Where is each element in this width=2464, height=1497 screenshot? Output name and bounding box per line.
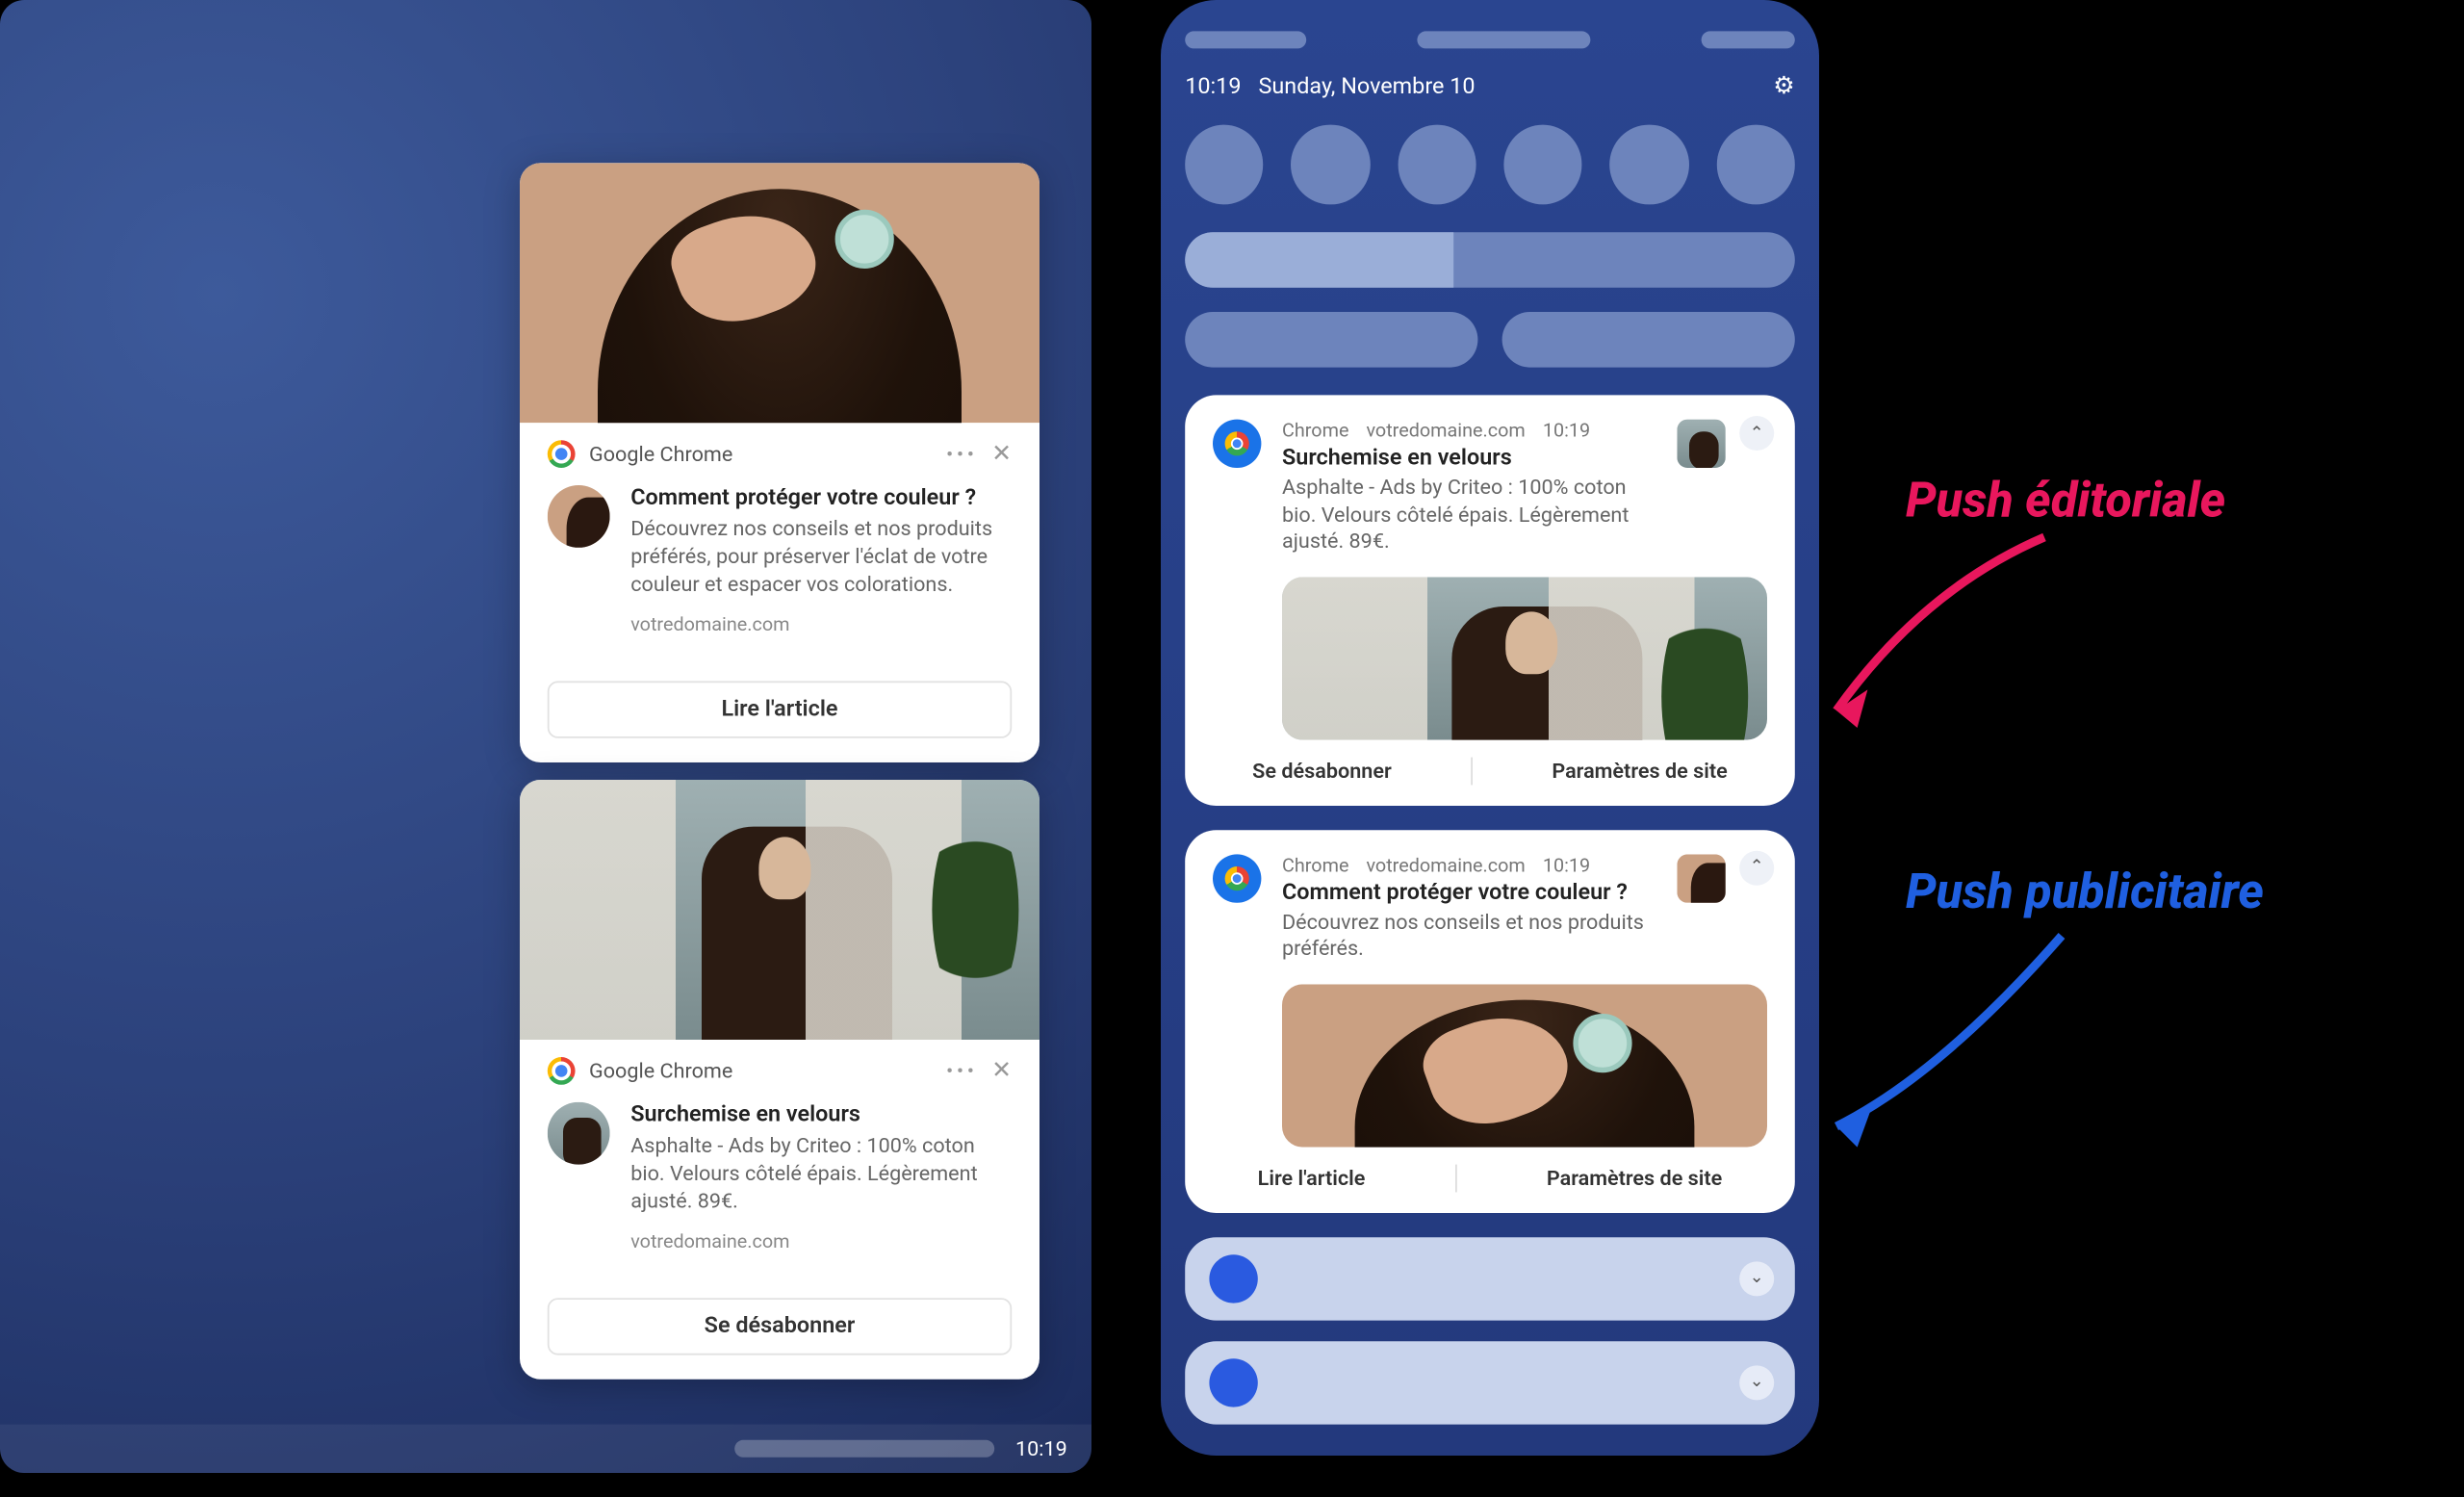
collapsed-notification[interactable]: ⌄ [1185, 1237, 1795, 1320]
collapsed-notification[interactable]: ⌄ [1185, 1341, 1795, 1424]
notification-description: Asphalte - Ads by Criteo : 100% coton bi… [630, 1131, 1012, 1215]
notif-app: Chrome [1282, 420, 1348, 442]
notification-app-name: Google Chrome [589, 442, 732, 466]
arrow-editorial-icon [1819, 520, 2096, 762]
close-icon[interactable]: ✕ [991, 440, 1012, 468]
unsubscribe-button[interactable]: Se désabonner [548, 1297, 1012, 1354]
notif-hero-image [1282, 984, 1767, 1147]
notif-time: 10:19 [1543, 420, 1590, 442]
app-icon-placeholder [1209, 1254, 1257, 1303]
notif-time: 10:19 [1543, 854, 1590, 876]
quick-settings-chips[interactable] [1185, 312, 1795, 368]
divider [1471, 757, 1473, 785]
notif-desc: Découvrez nos conseils et nos produits p… [1282, 910, 1656, 964]
notification-title: Comment protéger votre couleur ? [630, 485, 1012, 511]
arrow-ad-icon [1819, 918, 2096, 1161]
annotation-ad: Push publicitaire [1906, 863, 2264, 919]
brightness-slider[interactable] [1185, 232, 1795, 288]
chrome-icon [548, 440, 576, 468]
close-icon[interactable]: ✕ [991, 1057, 1012, 1085]
android-notification-ad[interactable]: ⌃ Chrome votredomaine.com 10:19 Surchemi… [1185, 395, 1795, 805]
desktop-panel: Google Chrome ••• ✕ Comment protéger vot… [0, 0, 1091, 1473]
chrome-app-icon [1213, 854, 1261, 902]
taskbar-placeholder [734, 1440, 994, 1458]
gear-icon[interactable]: ⚙ [1773, 73, 1795, 101]
notif-app: Chrome [1282, 854, 1348, 876]
chevron-up-icon[interactable]: ⌃ [1739, 850, 1774, 885]
taskbar-clock: 10:19 [1015, 1436, 1067, 1460]
chrome-app-icon [1213, 420, 1261, 468]
chrome-icon [548, 1057, 576, 1085]
notification-thumbnail [548, 1102, 610, 1165]
phone-date: Sunday, Novembre 10 [1258, 74, 1475, 100]
notif-desc: Asphalte - Ads by Criteo : 100% coton bi… [1282, 475, 1656, 555]
notif-title: Surchemise en velours [1282, 446, 1656, 472]
quick-settings-tiles[interactable] [1185, 125, 1795, 205]
unsubscribe-action[interactable]: Se désabonner [1252, 759, 1392, 783]
phone-time: 10:19 [1185, 74, 1241, 100]
notif-domain: votredomaine.com [1366, 854, 1525, 876]
notification-app-name: Google Chrome [589, 1059, 732, 1083]
read-article-button[interactable]: Lire l'article [548, 681, 1012, 737]
notification-domain: votredomaine.com [630, 612, 1012, 634]
phone-status-placeholders [1185, 31, 1795, 48]
taskbar: 10:19 [0, 1425, 1091, 1473]
read-article-action[interactable]: Lire l'article [1258, 1166, 1366, 1190]
divider [1455, 1165, 1457, 1193]
chevron-down-icon[interactable]: ⌄ [1739, 1261, 1774, 1296]
notif-thumbnail [1677, 854, 1725, 902]
notif-domain: votredomaine.com [1366, 420, 1525, 442]
notif-title: Comment protéger votre couleur ? [1282, 880, 1656, 906]
notif-thumbnail [1677, 420, 1725, 468]
chevron-up-icon[interactable]: ⌃ [1739, 416, 1774, 451]
notification-hero-image [520, 780, 1040, 1040]
phone-panel: 10:19 Sunday, Novembre 10 ⚙ ⌃ Chrome vot… [1161, 0, 1819, 1456]
notification-domain: votredomaine.com [630, 1229, 1012, 1252]
site-settings-action[interactable]: Paramètres de site [1552, 759, 1727, 783]
desktop-notification-editorial[interactable]: Google Chrome ••• ✕ Comment protéger vot… [520, 163, 1040, 761]
desktop-notification-ad[interactable]: Google Chrome ••• ✕ Surchemise en velour… [520, 780, 1040, 1379]
notification-title: Surchemise en velours [630, 1102, 1012, 1128]
app-icon-placeholder [1209, 1358, 1257, 1407]
more-icon[interactable]: ••• [946, 442, 978, 466]
site-settings-action[interactable]: Paramètres de site [1547, 1166, 1722, 1190]
android-notification-editorial[interactable]: ⌃ Chrome votredomaine.com 10:19 Comment … [1185, 830, 1795, 1213]
notification-hero-image [520, 163, 1040, 423]
notif-hero-image [1282, 577, 1767, 739]
notification-description: Découvrez nos conseils et nos produits p… [630, 515, 1012, 599]
chevron-down-icon[interactable]: ⌄ [1739, 1365, 1774, 1400]
notification-thumbnail [548, 485, 610, 548]
more-icon[interactable]: ••• [946, 1059, 978, 1083]
